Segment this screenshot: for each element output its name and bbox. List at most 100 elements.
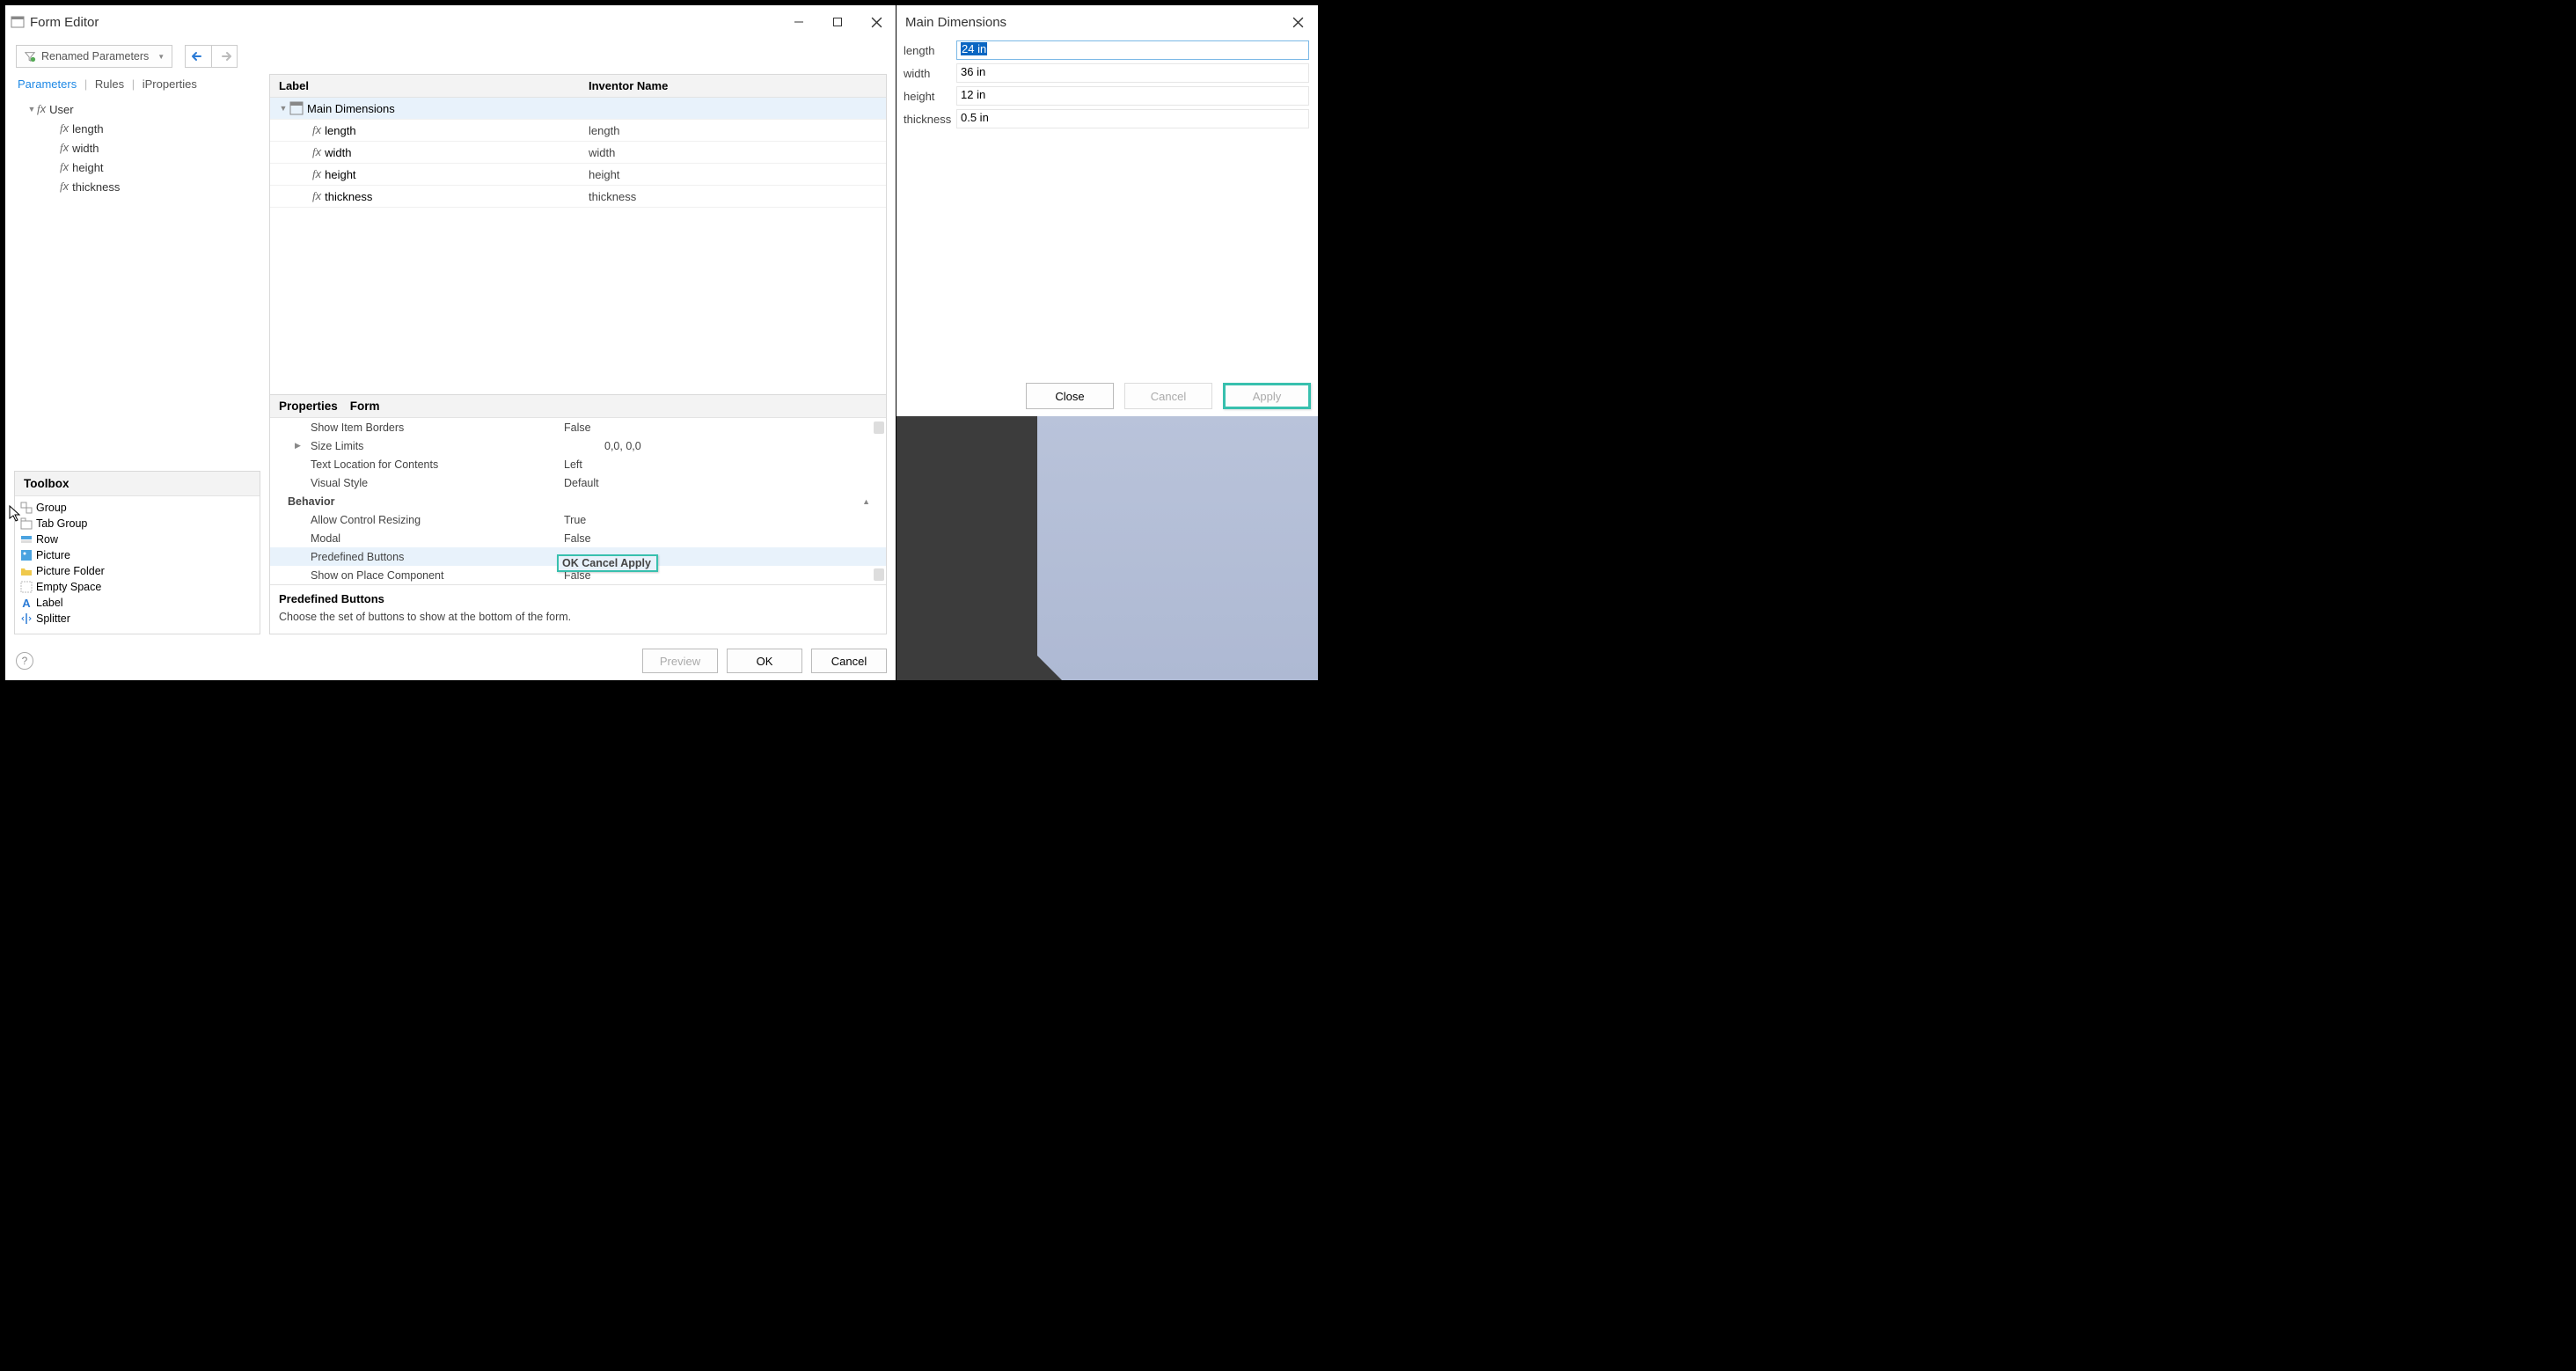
toolbox-item-splitter[interactable]: Splitter [20, 611, 254, 627]
props-tab-properties[interactable]: Properties [279, 400, 338, 413]
apply-button[interactable]: Apply [1223, 383, 1311, 409]
cancel-button[interactable]: Cancel [811, 649, 887, 673]
toolbox-item-row[interactable]: Row [20, 532, 254, 547]
fx-icon: fx [37, 102, 46, 116]
splitter-icon [20, 612, 33, 625]
prop-row[interactable]: ModalFalse [270, 529, 886, 547]
field-width: width36 in [904, 62, 1309, 84]
chevron-right-icon: ▶ [295, 441, 305, 451]
tab-rules[interactable]: Rules [95, 77, 124, 91]
properties-panel: Properties Form Show Item BordersFalse ▶… [270, 394, 886, 634]
toolbox-item-tabgroup[interactable]: Tab Group [20, 516, 254, 532]
width-input[interactable]: 36 in [956, 63, 1309, 83]
grid-row[interactable]: fxwidthwidth [270, 142, 886, 164]
undo-button[interactable] [185, 45, 211, 68]
redo-button[interactable] [211, 45, 238, 68]
tree-node-user[interactable]: ▼ fx User [18, 99, 260, 119]
grid-header: Label Inventor Name [270, 75, 886, 98]
prop-row[interactable]: Visual StyleDefault [270, 473, 886, 492]
tab-parameters[interactable]: Parameters [18, 77, 77, 91]
close-button[interactable] [1283, 10, 1313, 34]
form-icon [289, 101, 304, 115]
prop-category: Behavior▲ [270, 492, 886, 510]
tree-item[interactable]: fxheight [18, 158, 260, 177]
form-editor-window: Form Editor Renamed Parameters ▼ [5, 5, 896, 680]
main-dimensions-window: Main Dimensions length24 in width36 in h… [896, 5, 1318, 680]
empty-icon [20, 581, 33, 593]
label-icon: A [20, 597, 33, 609]
filter-icon [24, 50, 36, 62]
grid-row[interactable]: fxheightheight [270, 164, 886, 186]
toolbox-item-group[interactable]: Group [20, 500, 254, 516]
prop-row-predefined-buttons[interactable]: Predefined ButtonsOK Cancel Apply [270, 547, 886, 566]
highlighted-value: OK Cancel Apply [557, 554, 658, 572]
length-input[interactable]: 24 in [956, 40, 1309, 60]
fx-icon: fx [60, 160, 69, 174]
grid-row[interactable]: fxlengthlength [270, 120, 886, 142]
prop-row[interactable]: Show Item BordersFalse [270, 418, 886, 436]
preview-button[interactable]: Preview [642, 649, 718, 673]
field-height: height12 in [904, 84, 1309, 107]
prop-row[interactable]: Allow Control ResizingTrue [270, 510, 886, 529]
col-label: Label [270, 79, 587, 92]
tree-label: User [49, 103, 73, 116]
minimize-button[interactable] [779, 9, 818, 35]
ok-button[interactable]: OK [727, 649, 802, 673]
help-button[interactable]: ? [16, 652, 33, 670]
close-icon [1292, 17, 1304, 28]
mouse-cursor-icon [9, 505, 23, 523]
toolbox-panel: Toolbox Group Tab Group Row Picture Pict… [14, 471, 260, 634]
renamed-parameters-dropdown[interactable]: Renamed Parameters ▼ [16, 45, 172, 68]
property-description: Predefined Buttons Choose the set of but… [270, 584, 886, 634]
tab-iproperties[interactable]: iProperties [143, 77, 197, 91]
redo-icon [216, 50, 232, 62]
col-inventor-name: Inventor Name [587, 79, 886, 92]
3d-viewport[interactable] [896, 416, 1318, 680]
tree-item[interactable]: fxwidth [18, 138, 260, 158]
row-icon [20, 533, 33, 546]
md-title-text: Main Dimensions [905, 15, 1006, 30]
toolbox-item-picturefolder[interactable]: Picture Folder [20, 563, 254, 579]
form-designer: Label Inventor Name ▼ Main Dimensions fx… [269, 74, 887, 634]
fx-icon: fx [60, 141, 69, 155]
thickness-input[interactable]: 0.5 in [956, 109, 1309, 128]
props-tab-form[interactable]: Form [350, 400, 380, 413]
fx-icon: fx [60, 180, 69, 194]
grid-row[interactable]: fxthicknessthickness [270, 186, 886, 208]
close-button[interactable]: Close [1026, 383, 1114, 409]
toolbar: Renamed Parameters ▼ [5, 39, 896, 70]
toolbox-header: Toolbox [15, 472, 260, 496]
chevron-down-icon: ▼ [277, 104, 289, 113]
height-input[interactable]: 12 in [956, 86, 1309, 106]
md-form: length24 in width36 in height12 in thick… [896, 39, 1318, 130]
parameter-tabs: Parameters | Rules | iProperties [14, 74, 260, 91]
field-length: length24 in [904, 39, 1309, 62]
toolbox-item-emptyspace[interactable]: Empty Space [20, 579, 254, 595]
toolbox-item-picture[interactable]: Picture [20, 547, 254, 563]
close-button[interactable] [857, 9, 896, 35]
grid-row-root[interactable]: ▼ Main Dimensions [270, 98, 886, 120]
tree-item[interactable]: fxthickness [18, 177, 260, 196]
md-button-row: Close Cancel Apply [896, 374, 1318, 416]
chevron-down-icon: ▼ [157, 53, 165, 61]
window-title: Form Editor [30, 15, 99, 30]
prop-row[interactable]: Text Location for ContentsLeft [270, 455, 886, 473]
tree-item[interactable]: fxlength [18, 119, 260, 138]
toolbox-item-label[interactable]: ALabel [20, 595, 254, 611]
field-thickness: thickness0.5 in [904, 107, 1309, 130]
fx-icon: fx [312, 189, 321, 203]
scrollbar[interactable] [874, 568, 884, 581]
cancel-button[interactable]: Cancel [1124, 383, 1212, 409]
md-titlebar: Main Dimensions [896, 5, 1318, 39]
scrollbar[interactable] [874, 422, 884, 434]
chevron-down-icon: ▼ [26, 105, 37, 114]
fx-icon: fx [60, 121, 69, 136]
maximize-button[interactable] [818, 9, 857, 35]
prop-row[interactable]: ▶Size Limits0,0, 0,0 [270, 436, 886, 455]
parameter-tree: ▼ fx User fxlength fxwidth fxheight fxth… [14, 96, 260, 466]
renamed-label: Renamed Parameters [41, 50, 149, 62]
titlebar: Form Editor [5, 5, 896, 39]
form-editor-footer: ? Preview OK Cancel [5, 642, 896, 680]
sort-icon[interactable]: ▲ [862, 497, 870, 506]
fx-icon: fx [312, 145, 321, 159]
